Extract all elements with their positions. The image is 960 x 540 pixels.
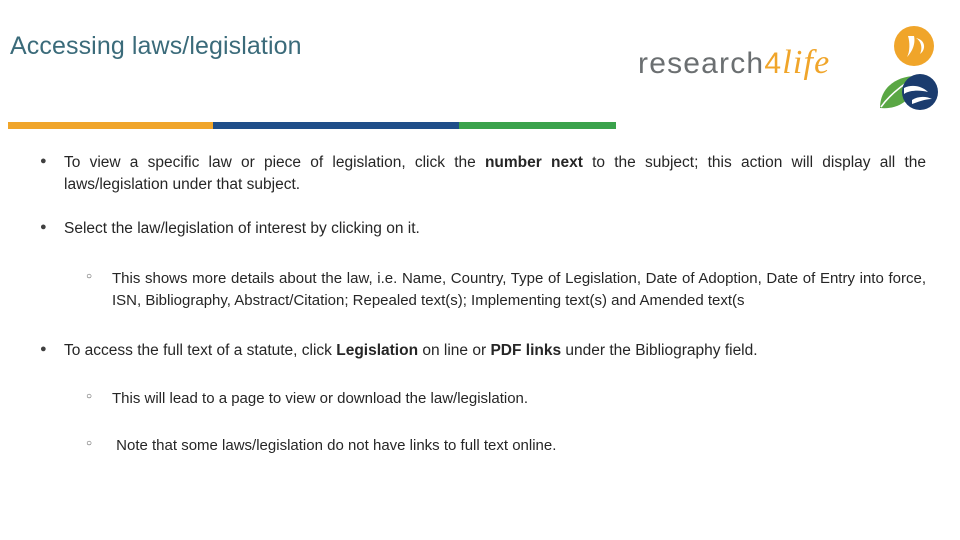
sub-bullet-item: This will lead to a page to view or down… — [76, 387, 926, 410]
slide: Accessing laws/legislation research4life… — [0, 0, 960, 540]
rule-segment-orange — [8, 122, 213, 129]
sub-bullet-item: This shows more details about the law, i… — [76, 267, 926, 312]
bullet-item: To access the full text of a statute, cl… — [36, 339, 926, 362]
divider-rule — [8, 122, 616, 129]
bullet-item: Select the law/legislation of interest b… — [36, 217, 926, 240]
rule-segment-green — [459, 122, 616, 129]
slide-body: To view a specific law or piece of legis… — [36, 151, 926, 473]
logo-emblem-icon — [860, 26, 938, 114]
research4life-logo: research4life — [638, 26, 938, 116]
logo-wordmark: research4life — [638, 44, 830, 82]
bullet-item: To view a specific law or piece of legis… — [36, 151, 926, 196]
logo-text-research: research — [638, 47, 765, 80]
logo-text-life: life — [782, 44, 831, 81]
rule-segment-blue — [213, 122, 459, 129]
sub-bullet-item: Note that some laws/legislation do not h… — [76, 434, 926, 457]
logo-text-four: 4 — [764, 47, 783, 80]
page-title: Accessing laws/legislation — [10, 32, 302, 60]
